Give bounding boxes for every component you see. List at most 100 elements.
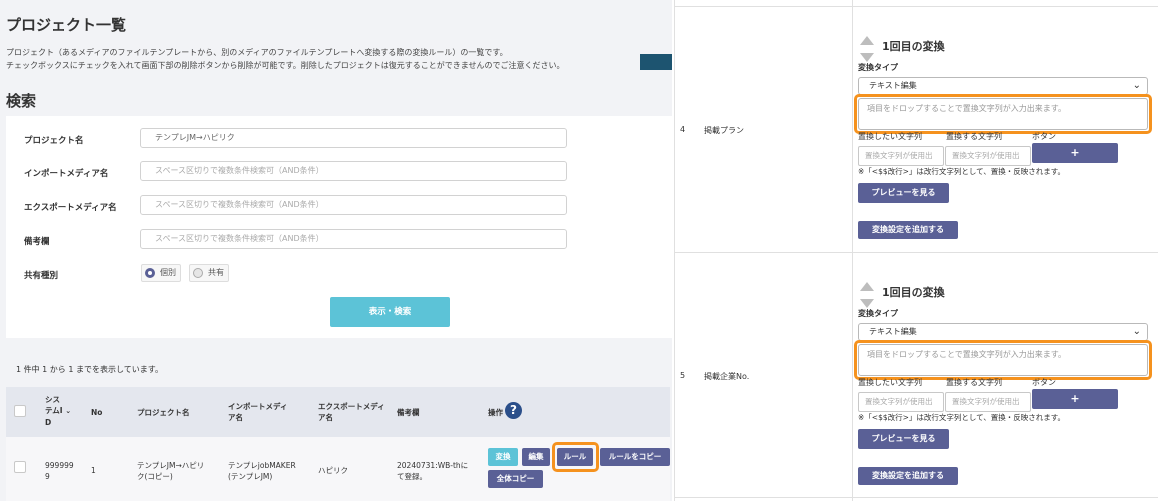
col-project-name: プロジェクト名 bbox=[137, 408, 190, 417]
project-name-input[interactable]: テンプレJM→ハピリク bbox=[140, 128, 567, 148]
radio-unselected-icon bbox=[193, 268, 203, 278]
col-export-media-line2: ア名 bbox=[318, 413, 333, 422]
cell-system-id-line2: 9 bbox=[45, 472, 50, 481]
col-operation: 操作 bbox=[488, 408, 503, 417]
row-number: 4 bbox=[680, 125, 686, 134]
conversion-type-value: テキスト編集 bbox=[869, 81, 917, 90]
col-button: ボタン bbox=[1032, 378, 1056, 387]
col-button: ボタン bbox=[1032, 132, 1056, 141]
cell-system-id: 999999 9 bbox=[45, 460, 74, 482]
cell-project-name-line1: テンプレJM→ハピリ bbox=[137, 461, 205, 470]
table-border-top bbox=[674, 6, 1158, 7]
conversion-type-label: 変換タイプ bbox=[858, 63, 898, 72]
row-number: 5 bbox=[680, 371, 686, 380]
add-pair-button[interactable]: + bbox=[1032, 143, 1118, 163]
table-border-bottom bbox=[674, 497, 1158, 498]
cell-no: 1 bbox=[91, 466, 96, 475]
radio-shared[interactable]: 共有 bbox=[189, 264, 229, 282]
description-line-1: プロジェクト（あるメディアのファイルテンプレートから、別のメディアのファイルテン… bbox=[6, 48, 508, 57]
radio-individual[interactable]: 個別 bbox=[141, 264, 181, 282]
replace-from-input[interactable]: 置換文字列が使用出 bbox=[858, 146, 944, 166]
replace-to-input[interactable]: 置換文字列が使用出 bbox=[945, 392, 1031, 412]
replace-to-input[interactable]: 置換文字列が使用出 bbox=[945, 146, 1031, 166]
conversion-type-select[interactable]: テキスト編集 ⌄ bbox=[858, 323, 1148, 341]
select-all-checkbox[interactable] bbox=[14, 405, 26, 417]
description-line-2: チェックボックスにチェックを入れて画面下部の削除ボタンから削除が可能です。削除し… bbox=[6, 61, 565, 70]
conversion-rule-panel: 4 掲載プラン 1回目の変換 変換タイプ テキスト編集 ⌄ 項目をドロップするこ… bbox=[672, 0, 1158, 501]
conversion-title: 1回目の変換 bbox=[882, 286, 945, 299]
col-import-media-line1: インポートメディ bbox=[228, 402, 288, 411]
cell-remarks-line2: て登録。 bbox=[397, 472, 427, 481]
share-type-label: 共有種別 bbox=[24, 271, 59, 281]
cell-import-media-line2: (テンプレJM) bbox=[228, 472, 273, 481]
replace-from-input[interactable]: 置換文字列が使用出 bbox=[858, 392, 944, 412]
import-media-input[interactable]: スペース区切りで複数条件検索可（AND条件） bbox=[140, 161, 567, 181]
field-name: 掲載企業No. bbox=[704, 372, 750, 381]
cell-remarks: 20240731:WB-thに て登録。 bbox=[397, 460, 468, 482]
col-replace-to: 置換する文字列 bbox=[946, 378, 1002, 387]
radio-individual-label: 個別 bbox=[160, 268, 176, 277]
col-export-media: エクスポートメディ ア名 bbox=[318, 401, 385, 423]
project-list-panel: プロジェクト一覧 プロジェクト（あるメディアのファイルテンプレートから、別のメデ… bbox=[0, 0, 672, 501]
col-import-media: インポートメディ ア名 bbox=[228, 401, 287, 423]
row-divider bbox=[674, 252, 1158, 253]
chevron-down-icon: ⌄ bbox=[1132, 326, 1141, 337]
import-media-label: インポートメディア名 bbox=[24, 169, 109, 179]
cell-project-name-line2: ク(コピー) bbox=[137, 472, 173, 481]
edit-button[interactable]: 編集 bbox=[522, 448, 550, 466]
col-system-id-line2-text: テムI bbox=[45, 406, 63, 415]
export-media-label: エクスポートメディア名 bbox=[24, 203, 117, 213]
export-media-input[interactable]: スペース区切りで複数条件検索可（AND条件） bbox=[140, 195, 567, 215]
page-title: プロジェクト一覧 bbox=[6, 16, 127, 34]
col-system-id-line2: テムI ⌄ bbox=[45, 405, 71, 417]
col-system-id-line3: D bbox=[45, 418, 52, 427]
convert-button[interactable]: 変換 bbox=[488, 448, 518, 466]
col-no: No bbox=[91, 408, 103, 417]
col-export-media-line1: エクスポートメディ bbox=[318, 402, 385, 411]
radio-selected-icon bbox=[145, 268, 155, 278]
search-section-title: 検索 bbox=[6, 92, 37, 110]
copy-all-button[interactable]: 全体コピー bbox=[488, 470, 543, 488]
remarks-input[interactable]: スペース区切りで複数条件検索可（AND条件） bbox=[140, 229, 567, 249]
preview-button[interactable]: プレビューを見る bbox=[858, 183, 949, 203]
col-replace-to: 置換する文字列 bbox=[946, 132, 1002, 141]
cell-export-media: ハピリク bbox=[318, 466, 348, 475]
help-icon[interactable]: ? bbox=[505, 402, 522, 419]
newline-note: ※「<$$改行>」は改行文字列として、置換・反映されます。 bbox=[858, 413, 1066, 422]
table-border-middle bbox=[852, 0, 853, 501]
col-import-media-line2: ア名 bbox=[228, 413, 243, 422]
project-name-label: プロジェクト名 bbox=[24, 136, 84, 146]
col-remarks: 備考欄 bbox=[397, 408, 420, 417]
field-name: 掲載プラン bbox=[704, 126, 744, 135]
preview-button[interactable]: プレビューを見る bbox=[858, 429, 949, 449]
radio-shared-label: 共有 bbox=[208, 268, 224, 277]
add-conversion-button[interactable]: 変換設定を追加する bbox=[858, 467, 958, 485]
conversion-type-value: テキスト編集 bbox=[869, 327, 917, 336]
rule-button-highlight bbox=[552, 442, 599, 472]
add-pair-button[interactable]: + bbox=[1032, 389, 1118, 409]
textarea-highlight bbox=[854, 340, 1152, 380]
result-count: 1 件中 1 から 1 までを表示しています。 bbox=[16, 365, 163, 374]
row-checkbox[interactable] bbox=[14, 461, 26, 473]
newline-note: ※「<$$改行>」は改行文字列として、置換・反映されます。 bbox=[858, 167, 1066, 176]
sort-chevron-icon: ⌄ bbox=[65, 407, 72, 415]
col-replace-from: 置換したい文字列 bbox=[858, 378, 922, 387]
add-conversion-button[interactable]: 変換設定を追加する bbox=[858, 221, 958, 239]
conversion-type-label: 変換タイプ bbox=[858, 309, 898, 318]
search-button[interactable]: 表示・検索 bbox=[330, 297, 450, 327]
conversion-type-select[interactable]: テキスト編集 ⌄ bbox=[858, 77, 1148, 95]
cell-remarks-line1: 20240731:WB-thに bbox=[397, 461, 469, 470]
col-replace-from: 置換したい文字列 bbox=[858, 132, 922, 141]
textarea-highlight bbox=[854, 94, 1152, 134]
copy-rule-button[interactable]: ルールをコピー bbox=[600, 448, 670, 466]
cell-project-name: テンプレJM→ハピリ ク(コピー) bbox=[137, 460, 204, 482]
cell-import-media: テンプレjobMAKER (テンプレJM) bbox=[228, 460, 296, 482]
col-system-id[interactable]: シス テムI ⌄ D bbox=[45, 394, 71, 428]
cell-system-id-line1: 999999 bbox=[45, 461, 74, 470]
conversion-title: 1回目の変換 bbox=[882, 40, 945, 53]
remarks-label: 備考欄 bbox=[24, 237, 50, 247]
table-border-left bbox=[674, 0, 675, 501]
chevron-down-icon: ⌄ bbox=[1132, 80, 1141, 91]
col-system-id-line1: シス bbox=[45, 395, 60, 404]
cell-import-media-line1: テンプレjobMAKER bbox=[228, 461, 296, 470]
